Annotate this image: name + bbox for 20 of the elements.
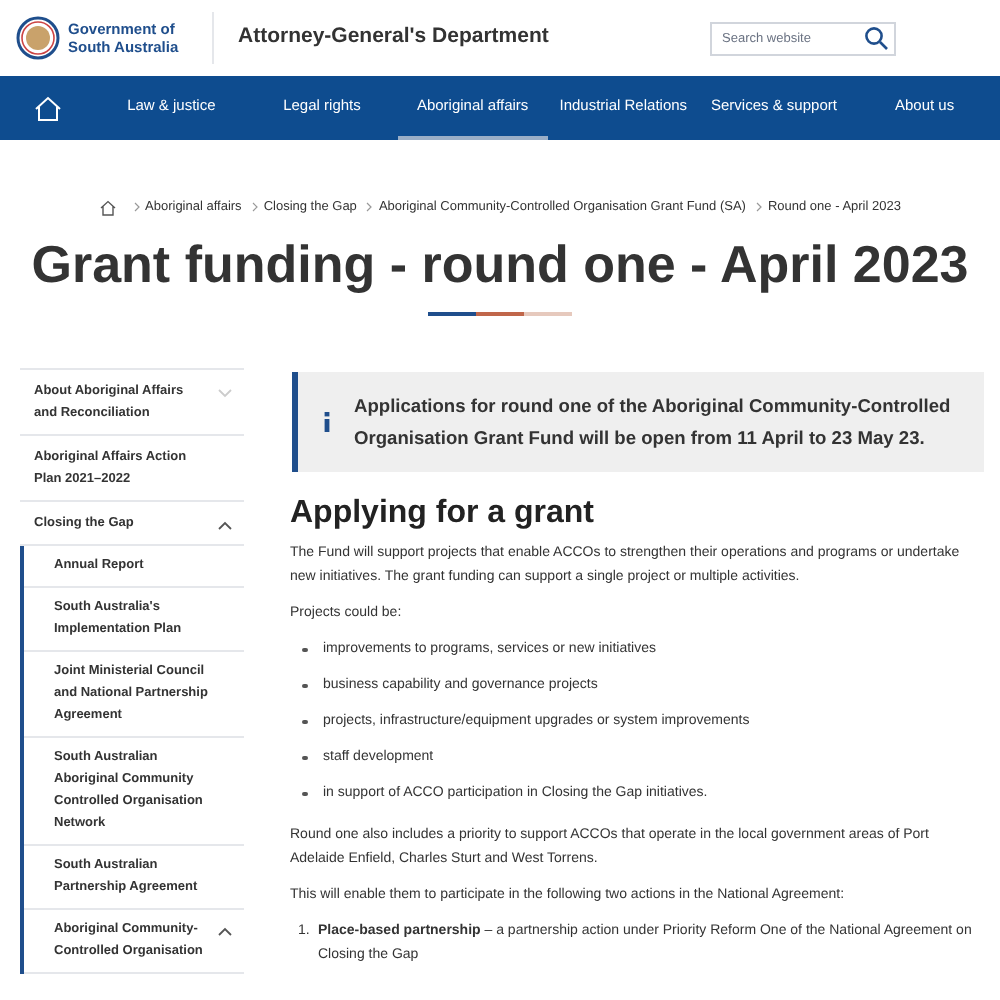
bullet-icon <box>302 755 307 760</box>
section-heading: Applying for a grant <box>290 493 596 534</box>
chevron-icon <box>755 202 762 213</box>
search-icon[interactable] <box>864 26 888 50</box>
chevron-up-icon[interactable] <box>218 519 232 530</box>
bullet-icon <box>302 791 307 796</box>
bullet-icon <box>302 683 307 688</box>
department-name: Attorney-General's Department <box>238 22 549 53</box>
page-title: Grant funding - round one - April 2023 <box>29 231 971 296</box>
crest-icon <box>16 16 60 60</box>
home-icon[interactable] <box>99 199 116 216</box>
bullet-icon <box>302 647 307 652</box>
title-underline <box>428 311 572 316</box>
chevron-icon <box>251 202 258 213</box>
notice-text: Applications for round one of the Aboriginal Community-Controlled Organisation Grant Fund will be open from 11 April to 23 May 23. <box>354 393 953 452</box>
chevron-icon <box>133 202 140 213</box>
chevron-up-icon[interactable] <box>218 926 232 937</box>
bullet-icon <box>302 719 307 724</box>
info-icon <box>323 411 329 432</box>
chevron-icon <box>366 202 373 213</box>
